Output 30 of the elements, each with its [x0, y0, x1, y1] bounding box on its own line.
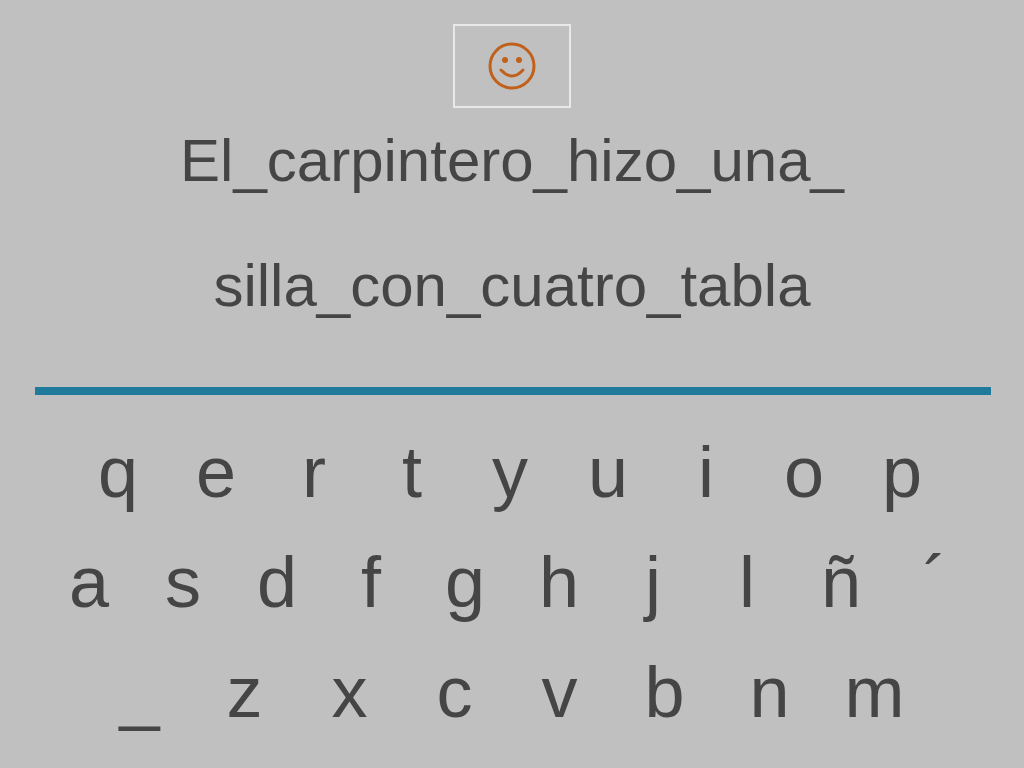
- sentence-text: El_carpintero_hizo_una_: [180, 128, 844, 194]
- letter-key[interactable]: m: [822, 650, 927, 734]
- letter-key[interactable]: a: [42, 540, 136, 624]
- smiley-icon: [487, 41, 537, 91]
- sentence-text: silla_con_cuatro_tabla: [213, 253, 811, 319]
- letter-key[interactable]: g: [418, 540, 512, 624]
- letter-key[interactable]: i: [657, 430, 755, 514]
- letter-key[interactable]: ñ: [794, 540, 888, 624]
- letter-key[interactable]: o: [755, 430, 853, 514]
- letter-key[interactable]: s: [136, 540, 230, 624]
- letter-key[interactable]: h: [512, 540, 606, 624]
- letter-key[interactable]: j: [606, 540, 700, 624]
- letter-key[interactable]: v: [507, 650, 612, 734]
- letter-key[interactable]: d: [230, 540, 324, 624]
- letter-key[interactable]: e: [167, 430, 265, 514]
- letter-key[interactable]: ´: [888, 540, 982, 624]
- letter-key[interactable]: n: [717, 650, 822, 734]
- letter-key[interactable]: r: [265, 430, 363, 514]
- letter-key[interactable]: t: [363, 430, 461, 514]
- letter-key[interactable]: _: [87, 650, 192, 734]
- letter-key[interactable]: b: [612, 650, 717, 734]
- letter-key[interactable]: f: [324, 540, 418, 624]
- letter-key[interactable]: l: [700, 540, 794, 624]
- letter-key[interactable]: x: [297, 650, 402, 734]
- letter-key[interactable]: c: [402, 650, 507, 734]
- letter-key[interactable]: z: [192, 650, 297, 734]
- letter-key[interactable]: u: [559, 430, 657, 514]
- letter-key[interactable]: p: [853, 430, 951, 514]
- letter-key[interactable]: y: [461, 430, 559, 514]
- letter-key[interactable]: q: [69, 430, 167, 514]
